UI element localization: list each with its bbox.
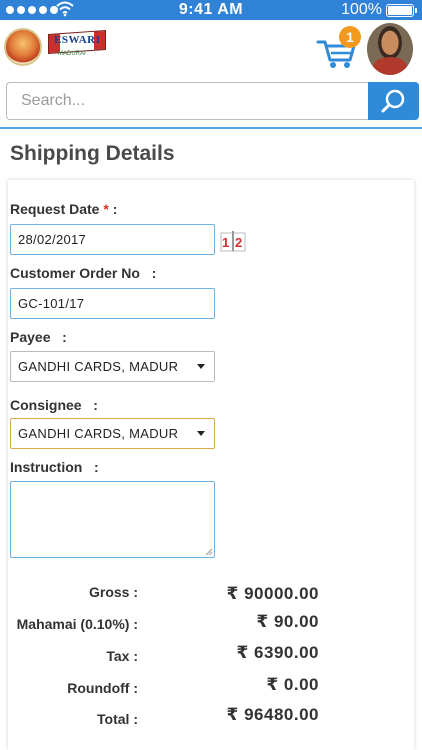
calendar-icon[interactable]: 1 2 bbox=[220, 230, 246, 252]
battery-icon bbox=[386, 4, 417, 17]
roundoff-value: ₹ 0.00 bbox=[266, 675, 319, 694]
gross-value: ₹ 90000.00 bbox=[226, 584, 319, 603]
instruction-label: Instruction : bbox=[10, 459, 99, 475]
chevron-down-icon bbox=[197, 364, 205, 369]
svg-text:2: 2 bbox=[235, 235, 242, 250]
payee-select[interactable]: GANDHI CARDS, MADUR bbox=[10, 351, 215, 382]
gross-label: Gross : bbox=[88, 584, 138, 600]
consignee-select[interactable]: GANDHI CARDS, MADUR bbox=[10, 418, 215, 449]
roundoff-label: Roundoff : bbox=[67, 680, 138, 696]
battery-percent: 100% bbox=[341, 1, 382, 18]
cart-count-badge[interactable]: 1 bbox=[339, 26, 361, 48]
request-date-field[interactable]: 28/02/2017 bbox=[10, 224, 215, 255]
resize-grip-icon[interactable] bbox=[205, 548, 213, 556]
page-title: Shipping Details bbox=[10, 142, 175, 165]
request-date-label: Request Date * : bbox=[10, 201, 118, 217]
app-header: ESWARI MADURAI 1 bbox=[0, 20, 422, 78]
mahamai-value: ₹ 90.00 bbox=[256, 612, 319, 631]
total-label: Total : bbox=[97, 711, 138, 727]
search-icon bbox=[381, 89, 405, 113]
deity-logo-icon[interactable] bbox=[4, 28, 42, 66]
consignee-selected-value: GANDHI CARDS, MADUR bbox=[18, 426, 179, 441]
brand-logo-icon[interactable]: ESWARI MADURAI bbox=[48, 29, 106, 62]
tax-label: Tax : bbox=[106, 648, 138, 664]
tax-value: ₹ 6390.00 bbox=[236, 643, 319, 662]
payee-selected-value: GANDHI CARDS, MADUR bbox=[18, 359, 179, 374]
instruction-textarea[interactable] bbox=[10, 481, 215, 558]
customer-order-label: Customer Order No : bbox=[10, 265, 157, 281]
search-button[interactable] bbox=[368, 82, 419, 120]
svg-text:1: 1 bbox=[222, 235, 229, 250]
customer-order-field[interactable]: GC-101/17 bbox=[10, 288, 215, 319]
required-marker: * bbox=[103, 201, 109, 217]
header-divider bbox=[0, 127, 422, 129]
status-bar: 9:41 AM 100% bbox=[0, 0, 422, 20]
chevron-down-icon bbox=[197, 431, 205, 436]
avatar[interactable] bbox=[367, 23, 413, 75]
consignee-label: Consignee : bbox=[10, 397, 98, 413]
mahamai-label: Mahamai (0.10%) : bbox=[16, 616, 138, 632]
payee-label: Payee : bbox=[10, 329, 67, 345]
search-bar bbox=[6, 82, 419, 120]
search-input[interactable] bbox=[6, 82, 368, 120]
total-value: ₹ 96480.00 bbox=[226, 705, 319, 724]
